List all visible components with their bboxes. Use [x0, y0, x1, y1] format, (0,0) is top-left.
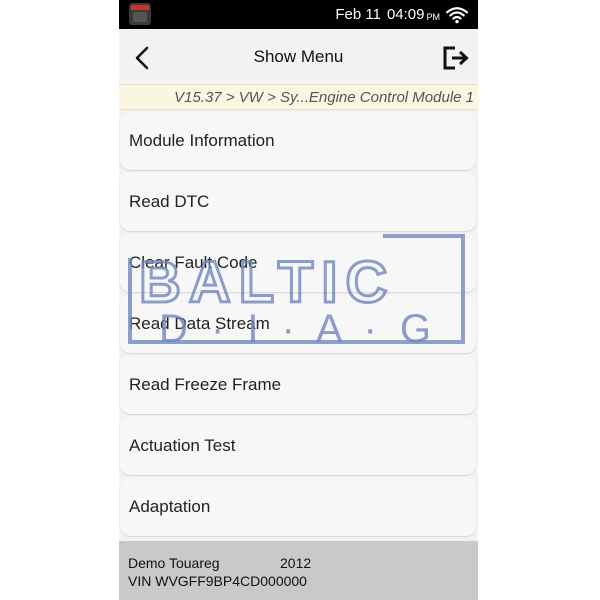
menu-item-label: Actuation Test	[129, 436, 236, 455]
menu-item-actuation-test[interactable]: Actuation Test	[120, 417, 476, 475]
menu-item-read-data-stream[interactable]: Read Data Stream	[120, 295, 476, 353]
menu-item-read-freeze-frame[interactable]: Read Freeze Frame	[120, 356, 476, 414]
exit-icon	[443, 46, 469, 70]
breadcrumb: V15.37 > VW > Sy...Engine Control Module…	[119, 84, 478, 110]
menu-list: Module Information Read DTC Clear Fault …	[119, 112, 478, 539]
status-date: Feb 11	[335, 6, 381, 23]
vehicle-name: Demo Touareg	[128, 555, 220, 571]
chevron-left-icon	[135, 46, 149, 70]
vehicle-info-footer: Demo Touareg 2012 VIN WVGFF9BP4CD000000	[119, 541, 478, 600]
app-screen: Feb 11 04:09 PM Show Menu V15.37 > VW > …	[119, 0, 478, 600]
menu-item-label: Module Information	[129, 131, 275, 150]
menu-item-adaptation[interactable]: Adaptation	[120, 478, 476, 536]
menu-item-label: Read Freeze Frame	[129, 375, 282, 394]
menu-item-label: Clear Fault Code	[129, 253, 258, 272]
menu-item-label: Adaptation	[129, 497, 211, 516]
status-ampm: PM	[426, 11, 441, 22]
menu-item-label: Read DTC	[129, 192, 210, 211]
back-button[interactable]	[127, 43, 157, 73]
vehicle-vin: VIN WVGFF9BP4CD000000	[128, 573, 307, 589]
wifi-icon	[446, 6, 468, 23]
status-bar: Feb 11 04:09 PM	[119, 0, 478, 29]
menu-item-read-dtc[interactable]: Read DTC	[120, 173, 476, 231]
app-notification-icon	[129, 3, 151, 25]
page-title: Show Menu	[253, 46, 344, 66]
menu-item-clear-fault-code[interactable]: Clear Fault Code	[120, 234, 476, 292]
status-time: 04:09	[386, 6, 425, 23]
vehicle-year: 2012	[280, 555, 312, 571]
exit-button[interactable]	[440, 43, 472, 73]
status-right: Feb 11 04:09 PM	[335, 0, 468, 29]
header-bar: Show Menu	[119, 29, 478, 84]
menu-item-label: Read Data Stream	[129, 314, 270, 333]
menu-item-module-information[interactable]: Module Information	[120, 112, 476, 170]
